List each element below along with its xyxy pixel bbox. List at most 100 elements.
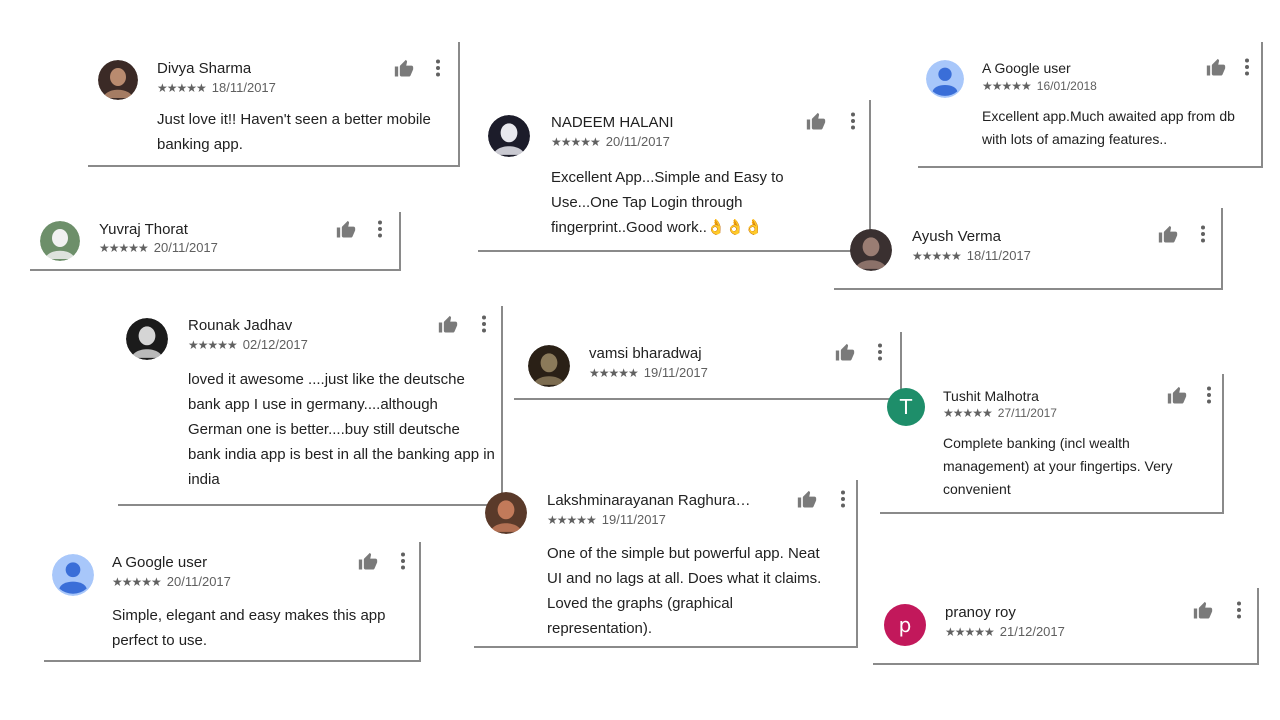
reviewer-avatar [40,221,80,261]
review-card-pranoy: p pranoy roy ★★★★★ 21/12/2017 [873,588,1259,665]
reviewer-avatar: p [884,604,926,646]
profile-photo [98,60,138,100]
review-meta: ★★★★★ 20/11/2017 [112,574,231,589]
review-date: 02/12/2017 [242,337,308,352]
reviewer-name: Yuvraj Thorat [99,221,188,238]
review-date: 18/11/2017 [211,80,276,95]
avatar-letter: T [899,395,913,419]
thumbs-up-icon[interactable] [835,343,855,363]
reviewer-avatar [485,492,527,534]
more-options-icon[interactable] [840,490,846,508]
review-date: 27/11/2017 [997,406,1057,420]
more-options-icon[interactable] [1200,225,1206,243]
more-options-icon[interactable] [481,315,487,333]
review-date: 19/11/2017 [601,512,666,527]
review-card-tushit: T Tushit Malhotra ★★★★★ 27/11/2017 Compl… [880,374,1224,514]
review-meta: ★★★★★ 20/11/2017 [551,134,670,149]
more-options-icon[interactable] [377,220,383,238]
review-card-yuvraj: Yuvraj Thorat ★★★★★ 20/11/2017 [30,212,401,271]
star-rating: ★★★★★ [945,624,995,639]
more-options-icon[interactable] [1236,601,1242,619]
review-card-nadeem: NADEEM HALANI ★★★★★ 20/11/2017 Excellent… [478,100,871,252]
review-text: Excellent App...Simple and Easy to Use..… [551,169,784,236]
reviewer-avatar [926,60,964,98]
profile-photo [485,492,527,534]
review-meta: ★★★★★ 18/11/2017 [912,248,1031,263]
reviewer-name: Rounak Jadhav [188,317,293,334]
review-date: 19/11/2017 [643,365,708,380]
star-rating: ★★★★★ [912,248,962,263]
review-text: Excellent app.Much awaited app from db w… [982,108,1235,147]
review-text: loved it awesome ....just like the deuts… [188,371,495,488]
reviewer-name: Divya Sharma [157,60,252,77]
review-text: Just love it!! Haven't seen a better mob… [157,111,431,153]
more-options-icon[interactable] [877,343,883,361]
more-options-icon[interactable] [400,552,406,570]
reviewer-avatar [52,554,94,596]
review-meta: ★★★★★ 20/11/2017 [99,240,218,255]
review-card-google-user-1: A Google user ★★★★★ 16/01/2018 Excellent… [918,42,1263,168]
review-meta: ★★★★★ 02/12/2017 [188,337,308,352]
review-date: 16/01/2018 [1036,79,1097,93]
reviewer-name: A Google user [112,554,208,571]
review-text: Complete banking (incl wealth management… [943,435,1173,497]
review-date: 20/11/2017 [605,134,670,149]
profile-photo [850,229,892,271]
review-card-google-user-2: A Google user ★★★★★ 20/11/2017 Simple, e… [44,542,421,662]
reviewer-name: Ayush Verma [912,228,1001,245]
star-rating: ★★★★★ [982,79,1032,93]
thumbs-up-icon[interactable] [806,112,826,132]
more-options-icon[interactable] [1244,58,1250,76]
thumbs-up-icon[interactable] [358,552,378,572]
profile-photo [488,115,530,157]
reviewer-avatar [126,318,168,360]
thumbs-up-icon[interactable] [394,59,414,79]
review-date: 21/12/2017 [999,624,1065,639]
review-card-rounak: Rounak Jadhav ★★★★★ 02/12/2017 loved it … [118,306,503,506]
review-card-lakshminarayanan: Lakshminarayanan Raghura… ★★★★★ 19/11/20… [474,480,858,648]
review-card-divya: Divya Sharma ★★★★★ 18/11/2017 Just love … [88,42,460,167]
star-rating: ★★★★★ [943,406,993,420]
review-meta: ★★★★★ 27/11/2017 [943,406,1057,420]
profile-photo [126,318,168,360]
more-options-icon[interactable] [850,112,856,130]
review-meta: ★★★★★ 19/11/2017 [547,512,666,527]
star-rating: ★★★★★ [99,240,149,255]
review-date: 20/11/2017 [166,574,231,589]
review-meta: ★★★★★ 19/11/2017 [589,365,708,380]
reviewer-name: NADEEM HALANI [551,114,674,131]
reviewer-avatar [488,115,530,157]
review-meta: ★★★★★ 16/01/2018 [982,79,1097,93]
reviewer-avatar [98,60,138,100]
thumbs-up-icon[interactable] [797,490,817,510]
thumbs-up-icon[interactable] [1158,225,1178,245]
star-rating: ★★★★★ [157,80,207,95]
thumbs-up-icon[interactable] [438,315,458,335]
thumbs-up-icon[interactable] [1193,601,1213,621]
star-rating: ★★★★★ [112,574,162,589]
star-rating: ★★★★★ [551,134,601,149]
reviewer-name: vamsi bharadwaj [589,345,702,362]
reviewer-avatar [850,229,892,271]
star-rating: ★★★★★ [547,512,597,527]
profile-photo [528,345,570,387]
person-icon [52,554,94,596]
review-card-vamsi: vamsi bharadwaj ★★★★★ 19/11/2017 [514,332,902,400]
review-date: 20/11/2017 [153,240,218,255]
more-options-icon[interactable] [1206,386,1212,404]
avatar-letter: p [898,613,912,637]
reviewer-avatar [528,345,570,387]
review-meta: ★★★★★ 18/11/2017 [157,80,276,95]
reviewer-name: Tushit Malhotra [943,388,1039,404]
thumbs-up-icon[interactable] [1206,58,1226,78]
reviewer-avatar: T [887,388,925,426]
thumbs-up-icon[interactable] [1167,386,1187,406]
review-text: One of the simple but powerful app. Neat… [547,545,822,637]
star-rating: ★★★★★ [188,337,238,352]
more-options-icon[interactable] [435,59,441,77]
reviewer-name: Lakshminarayanan Raghura… [547,492,751,509]
star-rating: ★★★★★ [589,365,639,380]
reviewer-name: pranoy roy [945,604,1016,621]
review-text: Simple, elegant and easy makes this app … [112,607,386,649]
thumbs-up-icon[interactable] [336,220,356,240]
